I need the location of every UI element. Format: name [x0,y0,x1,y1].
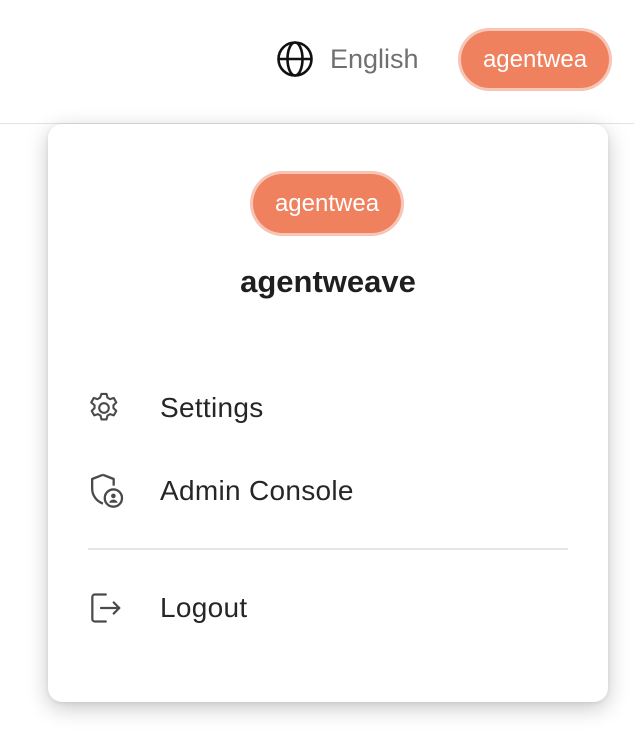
username: agentweave [240,264,416,299]
logout-menu-item[interactable]: Logout [76,578,580,638]
menu-divider [88,548,568,550]
language-label: English [330,43,419,74]
language-selector[interactable]: English [276,40,419,78]
avatar: agentwea [251,172,403,235]
admin-shield-icon [86,471,142,511]
logout-label: Logout [160,592,248,623]
globe-icon [276,40,314,78]
admin-console-menu-item[interactable]: Admin Console [76,461,580,521]
settings-label: Settings [160,392,264,423]
settings-menu-item[interactable]: Settings [76,378,580,438]
user-menu-dropdown: agentwea agentweave Settings Admin Conso… [48,124,608,702]
top-bar: English agentwea [0,0,634,124]
logout-icon [86,588,142,628]
user-avatar-button[interactable]: agentwea [459,29,611,90]
admin-console-label: Admin Console [160,475,354,506]
gear-icon [86,388,142,428]
